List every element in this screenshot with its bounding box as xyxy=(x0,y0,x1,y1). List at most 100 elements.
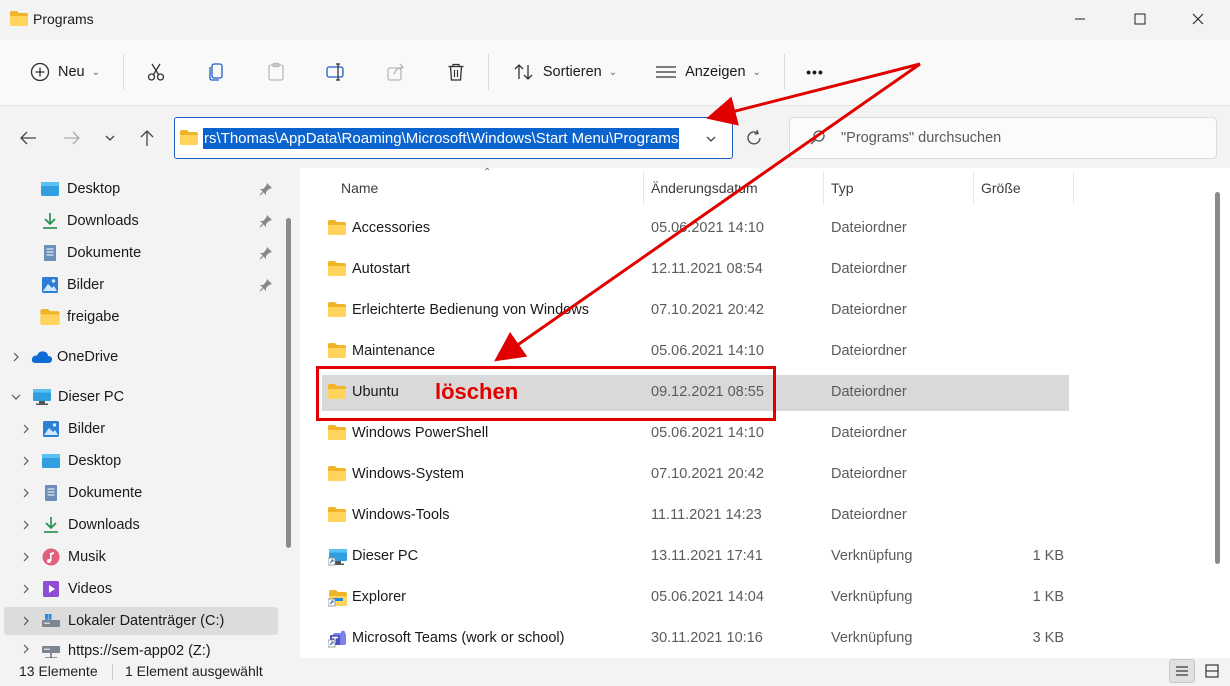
column-header-name[interactable]: Name xyxy=(341,180,378,196)
sidebar-item-label: Bilder xyxy=(67,277,105,293)
chevron-down-icon: ⌄ xyxy=(91,66,100,78)
file-row[interactable]: Windows-System 07.10.2021 20:42 Dateiordne… xyxy=(322,457,1069,493)
file-date: 07.10.2021 20:42 xyxy=(651,466,764,482)
sidebar-item-pc-pictures[interactable]: Bilder xyxy=(20,413,105,445)
sidebar-item-downloads[interactable]: Downloads xyxy=(40,205,139,237)
share-button[interactable] xyxy=(380,50,412,94)
chevron-right-icon[interactable] xyxy=(20,423,32,435)
sidebar-item-pictures[interactable]: Bilder xyxy=(40,269,104,301)
network-drive-icon xyxy=(42,646,60,658)
cut-button[interactable] xyxy=(140,50,172,94)
more-options-button[interactable]: ••• xyxy=(798,50,832,94)
column-header-date[interactable]: Änderungsdatum xyxy=(651,180,758,196)
refresh-button[interactable] xyxy=(738,122,770,154)
pin-icon[interactable] xyxy=(258,213,274,229)
sidebar-scrollbar[interactable] xyxy=(286,218,291,548)
delete-button[interactable] xyxy=(440,50,472,94)
file-row[interactable]: Windows PowerShell 05.06.2021 14:10 Dateio… xyxy=(322,416,1069,452)
column-divider[interactable] xyxy=(1073,172,1074,204)
file-type: Dateiordner xyxy=(831,507,907,523)
sidebar-item-pc-music[interactable]: Musik xyxy=(20,541,106,573)
sidebar-item-label: Bilder xyxy=(68,421,106,437)
file-date: 07.10.2021 20:42 xyxy=(651,302,764,318)
file-row[interactable]: Accessories 05.06.2021 14:10 Dateiordner xyxy=(322,211,1069,247)
sidebar-item-this-pc[interactable]: Dieser PC xyxy=(10,381,124,413)
file-row[interactable]: Microsoft Teams (work or school) 30.11.20… xyxy=(322,621,1069,657)
toolbar-divider xyxy=(784,54,785,90)
pin-icon[interactable] xyxy=(258,277,274,293)
pin-icon[interactable] xyxy=(258,245,274,261)
sidebar-item-network-drive[interactable]: https://sem-app02 (Z:) xyxy=(20,637,211,658)
column-header-type[interactable]: Typ xyxy=(831,180,854,196)
sidebar-item-pc-videos[interactable]: Videos xyxy=(20,573,112,605)
highlight-box xyxy=(316,366,776,421)
chevron-right-icon[interactable] xyxy=(20,615,32,627)
chevron-right-icon[interactable] xyxy=(10,351,22,363)
minimize-button[interactable] xyxy=(1057,0,1103,38)
copy-button[interactable] xyxy=(200,50,232,94)
column-divider[interactable] xyxy=(973,172,974,204)
sort-button[interactable]: Sortieren ⌄ xyxy=(505,50,625,94)
address-path[interactable]: rs\Thomas\AppData\Roaming\Microsoft\Wind… xyxy=(203,128,680,149)
rename-button[interactable] xyxy=(320,50,352,94)
address-dropdown-button[interactable] xyxy=(700,128,722,150)
recent-locations-button[interactable] xyxy=(94,122,126,154)
back-button[interactable] xyxy=(12,122,44,154)
folder-icon xyxy=(328,220,346,238)
up-button[interactable] xyxy=(131,122,163,154)
file-row[interactable]: Windows-Tools 11.11.2021 14:23 Dateiordner xyxy=(322,498,1069,534)
file-type: Dateiordner xyxy=(831,466,907,482)
column-divider[interactable] xyxy=(643,172,644,204)
sidebar-item-onedrive[interactable]: OneDrive xyxy=(10,341,118,373)
chevron-right-icon[interactable] xyxy=(20,455,32,467)
column-divider[interactable] xyxy=(823,172,824,204)
column-header-size[interactable]: Größe xyxy=(981,180,1021,196)
forward-button[interactable] xyxy=(56,122,88,154)
file-row[interactable]: Erleichterte Bedienung von Windows 07.10.… xyxy=(322,293,1069,329)
new-button[interactable]: Neu ⌄ xyxy=(22,50,108,94)
close-button[interactable] xyxy=(1175,0,1221,38)
window-title: Programs xyxy=(33,11,94,27)
file-name: Microsoft Teams (work or school) xyxy=(352,630,565,646)
view-button-label: Anzeigen xyxy=(685,64,746,80)
sidebar-item-label: freigabe xyxy=(67,309,120,325)
file-row[interactable]: Explorer 05.06.2021 14:04 Verknüpfung 1 KB xyxy=(322,580,1069,616)
sidebar-item-desktop[interactable]: Desktop xyxy=(40,173,120,205)
file-date: 11.11.2021 14:23 xyxy=(651,507,762,523)
file-row[interactable]: Dieser PC 13.11.2021 17:41 Verknüpfung 1 KB xyxy=(322,539,1069,575)
file-date: 12.11.2021 08:54 xyxy=(651,261,763,277)
chevron-right-icon[interactable] xyxy=(20,583,32,595)
sidebar-item-pc-desktop[interactable]: Desktop xyxy=(20,445,121,477)
chevron-down-icon[interactable] xyxy=(10,391,22,403)
file-row[interactable]: Maintenance 05.06.2021 14:10 Dateiordner xyxy=(322,334,1069,370)
maximize-button[interactable] xyxy=(1117,0,1163,38)
sidebar-item-pc-downloads[interactable]: Downloads xyxy=(20,509,140,541)
paste-button[interactable] xyxy=(260,50,292,94)
file-name: Explorer xyxy=(352,589,406,605)
chevron-right-icon[interactable] xyxy=(20,643,32,655)
file-row[interactable]: Autostart 12.11.2021 08:54 Dateiordner xyxy=(322,252,1069,288)
sidebar-item-label: Dokumente xyxy=(67,245,142,261)
sidebar-item-documents[interactable]: Dokumente xyxy=(40,237,141,269)
file-type: Dateiordner xyxy=(831,261,907,277)
file-size: 3 KB xyxy=(1032,630,1064,646)
sidebar-item-freigabe[interactable]: freigabe xyxy=(40,301,119,333)
desktop-icon xyxy=(42,454,60,468)
document-icon xyxy=(44,245,56,261)
file-date: 13.11.2021 17:41 xyxy=(651,548,763,564)
tiles-view-button[interactable] xyxy=(1199,659,1225,683)
chevron-right-icon[interactable] xyxy=(20,487,32,499)
sidebar-item-local-disk[interactable]: Lokaler Datenträger (C:) xyxy=(20,605,224,637)
chevron-right-icon[interactable] xyxy=(20,551,32,563)
file-list-scrollbar[interactable] xyxy=(1215,192,1220,564)
view-button[interactable]: Anzeigen ⌄ xyxy=(648,50,768,94)
sort-ascending-icon: ⌃ xyxy=(483,167,492,178)
file-name: Autostart xyxy=(352,261,411,277)
file-type: Verknüpfung xyxy=(831,548,913,564)
sidebar-item-label: Musik xyxy=(68,549,106,565)
file-size: 1 KB xyxy=(1032,548,1064,564)
pin-icon[interactable] xyxy=(258,181,274,197)
details-view-button[interactable] xyxy=(1169,659,1195,683)
chevron-right-icon[interactable] xyxy=(20,519,32,531)
sidebar-item-pc-documents[interactable]: Dokumente xyxy=(20,477,142,509)
